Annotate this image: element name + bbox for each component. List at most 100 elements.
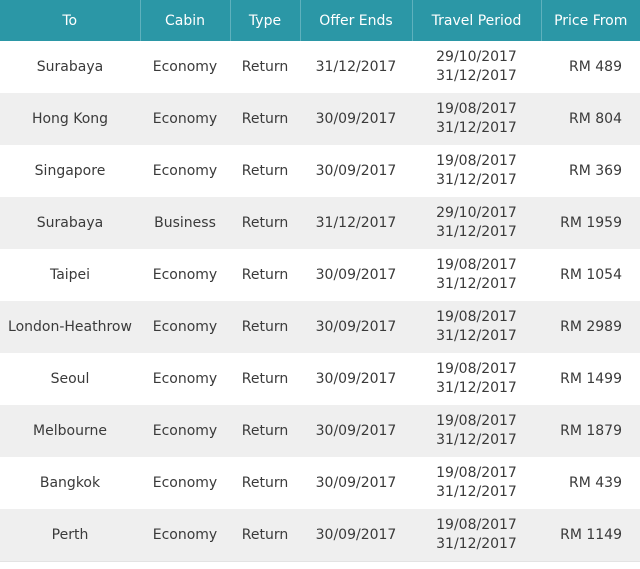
- cell-destination: Seoul: [0, 353, 140, 405]
- header-travel-period[interactable]: Travel Period: [412, 0, 542, 41]
- cell-destination: Perth: [0, 509, 140, 561]
- cell-offer-ends: 30/09/2017: [300, 301, 412, 353]
- table-row[interactable]: Surabaya Business Return 31/12/2017 29/10/20…: [0, 197, 640, 249]
- cell-travel-period: 19/08/2017 31/12/2017: [412, 249, 541, 301]
- table-row[interactable]: Seoul Economy Return 30/09/2017 19/08/2017 31…: [0, 353, 640, 405]
- travel-end-date: 31/12/2017: [436, 484, 517, 500]
- cell-cabin: Economy: [140, 93, 230, 145]
- cell-price-from: RM 369: [541, 145, 640, 197]
- table-row[interactable]: Bangkok Economy Return 30/09/2017 19/08/2017…: [0, 457, 640, 509]
- header-to[interactable]: To: [0, 0, 141, 41]
- table-row[interactable]: Perth Economy Return 30/09/2017 19/08/2017 31…: [0, 509, 640, 561]
- cell-price-from: RM 2989: [541, 301, 640, 353]
- cell-destination: Surabaya: [0, 41, 140, 93]
- cell-type: Return: [230, 197, 300, 249]
- cell-price-from: RM 489: [541, 41, 640, 93]
- header-price-from[interactable]: Price From: [541, 0, 640, 41]
- cell-type: Return: [230, 145, 300, 197]
- cell-type: Return: [230, 41, 300, 93]
- cell-offer-ends: 30/09/2017: [300, 509, 412, 561]
- table-header: To Cabin Type Offer Ends Travel Period P…: [0, 0, 640, 41]
- travel-start-date: 19/08/2017: [436, 101, 517, 117]
- travel-start-date: 19/08/2017: [436, 257, 517, 273]
- table-row[interactable]: Singapore Economy Return 30/09/2017 19/08/20…: [0, 145, 640, 197]
- cell-travel-period: 19/08/2017 31/12/2017: [412, 301, 541, 353]
- cell-travel-period: 29/10/2017 31/12/2017: [412, 41, 541, 93]
- cell-type: Return: [230, 353, 300, 405]
- cell-offer-ends: 30/09/2017: [300, 353, 412, 405]
- cell-destination: Bangkok: [0, 457, 140, 509]
- travel-start-date: 19/08/2017: [436, 361, 517, 377]
- cell-destination: Surabaya: [0, 197, 140, 249]
- cell-type: Return: [230, 457, 300, 509]
- table-row[interactable]: London-Heathrow Economy Return 30/09/2017 19…: [0, 301, 640, 353]
- travel-start-date: 19/08/2017: [436, 153, 517, 169]
- cell-price-from: RM 1499: [541, 353, 640, 405]
- cell-price-from: RM 1149: [541, 509, 640, 561]
- cell-travel-period: 19/08/2017 31/12/2017: [412, 353, 541, 405]
- cell-type: Return: [230, 249, 300, 301]
- header-offer-ends[interactable]: Offer Ends: [300, 0, 413, 41]
- cell-destination: London-Heathrow: [0, 301, 140, 353]
- cell-cabin: Economy: [140, 405, 230, 457]
- cell-offer-ends: 31/12/2017: [300, 41, 412, 93]
- travel-end-date: 31/12/2017: [436, 328, 517, 344]
- cell-cabin: Economy: [140, 301, 230, 353]
- cell-offer-ends: 30/09/2017: [300, 93, 412, 145]
- cell-cabin: Economy: [140, 145, 230, 197]
- cell-cabin: Economy: [140, 457, 230, 509]
- cell-destination: Melbourne: [0, 405, 140, 457]
- travel-start-date: 29/10/2017: [436, 205, 517, 221]
- travel-end-date: 31/12/2017: [436, 120, 517, 136]
- cell-travel-period: 19/08/2017 31/12/2017: [412, 509, 541, 561]
- travel-start-date: 19/08/2017: [436, 309, 517, 325]
- cell-type: Return: [230, 301, 300, 353]
- cell-destination: Taipei: [0, 249, 140, 301]
- cell-cabin: Business: [140, 197, 230, 249]
- cell-cabin: Economy: [140, 41, 230, 93]
- travel-end-date: 31/12/2017: [436, 68, 517, 84]
- table-row[interactable]: Taipei Economy Return 30/09/2017 19/08/2017 3…: [0, 249, 640, 301]
- cell-offer-ends: 30/09/2017: [300, 145, 412, 197]
- cell-type: Return: [230, 405, 300, 457]
- cell-cabin: Economy: [140, 509, 230, 561]
- cell-travel-period: 19/08/2017 31/12/2017: [412, 145, 541, 197]
- header-cabin[interactable]: Cabin: [140, 0, 231, 41]
- cell-cabin: Economy: [140, 249, 230, 301]
- cell-offer-ends: 30/09/2017: [300, 405, 412, 457]
- cell-cabin: Economy: [140, 353, 230, 405]
- cell-offer-ends: 30/09/2017: [300, 457, 412, 509]
- cell-destination: Singapore: [0, 145, 140, 197]
- travel-end-date: 31/12/2017: [436, 432, 517, 448]
- travel-start-date: 29/10/2017: [436, 49, 517, 65]
- cell-travel-period: 19/08/2017 31/12/2017: [412, 457, 541, 509]
- travel-end-date: 31/12/2017: [436, 172, 517, 188]
- table-row[interactable]: Melbourne Economy Return 30/09/2017 19/08/20…: [0, 405, 640, 457]
- travel-end-date: 31/12/2017: [436, 380, 517, 396]
- travel-start-date: 19/08/2017: [436, 517, 517, 533]
- cell-price-from: RM 439: [541, 457, 640, 509]
- cell-travel-period: 19/08/2017 31/12/2017: [412, 405, 541, 457]
- travel-end-date: 31/12/2017: [436, 536, 517, 552]
- cell-offer-ends: 30/09/2017: [300, 249, 412, 301]
- cell-destination: Hong Kong: [0, 93, 140, 145]
- travel-start-date: 19/08/2017: [436, 465, 517, 481]
- table-row[interactable]: Surabaya Economy Return 31/12/2017 29/10/201…: [0, 41, 640, 93]
- cell-offer-ends: 31/12/2017: [300, 197, 412, 249]
- header-type[interactable]: Type: [230, 0, 301, 41]
- travel-end-date: 31/12/2017: [436, 276, 517, 292]
- travel-start-date: 19/08/2017: [436, 413, 517, 429]
- cell-price-from: RM 1054: [541, 249, 640, 301]
- cell-travel-period: 19/08/2017 31/12/2017: [412, 93, 541, 145]
- cell-price-from: RM 804: [541, 93, 640, 145]
- cell-travel-period: 29/10/2017 31/12/2017: [412, 197, 541, 249]
- cell-type: Return: [230, 509, 300, 561]
- table-row[interactable]: Hong Kong Economy Return 30/09/2017 19/08/20…: [0, 93, 640, 145]
- fares-table: To Cabin Type Offer Ends Travel Period P…: [0, 0, 640, 561]
- cell-price-from: RM 1879: [541, 405, 640, 457]
- table-body: Surabaya Economy Return 31/12/2017 29/10/201…: [0, 41, 640, 561]
- table-bottom-edge: [0, 561, 640, 569]
- header-row: To Cabin Type Offer Ends Travel Period P…: [0, 0, 640, 41]
- cell-type: Return: [230, 93, 300, 145]
- cell-price-from: RM 1959: [541, 197, 640, 249]
